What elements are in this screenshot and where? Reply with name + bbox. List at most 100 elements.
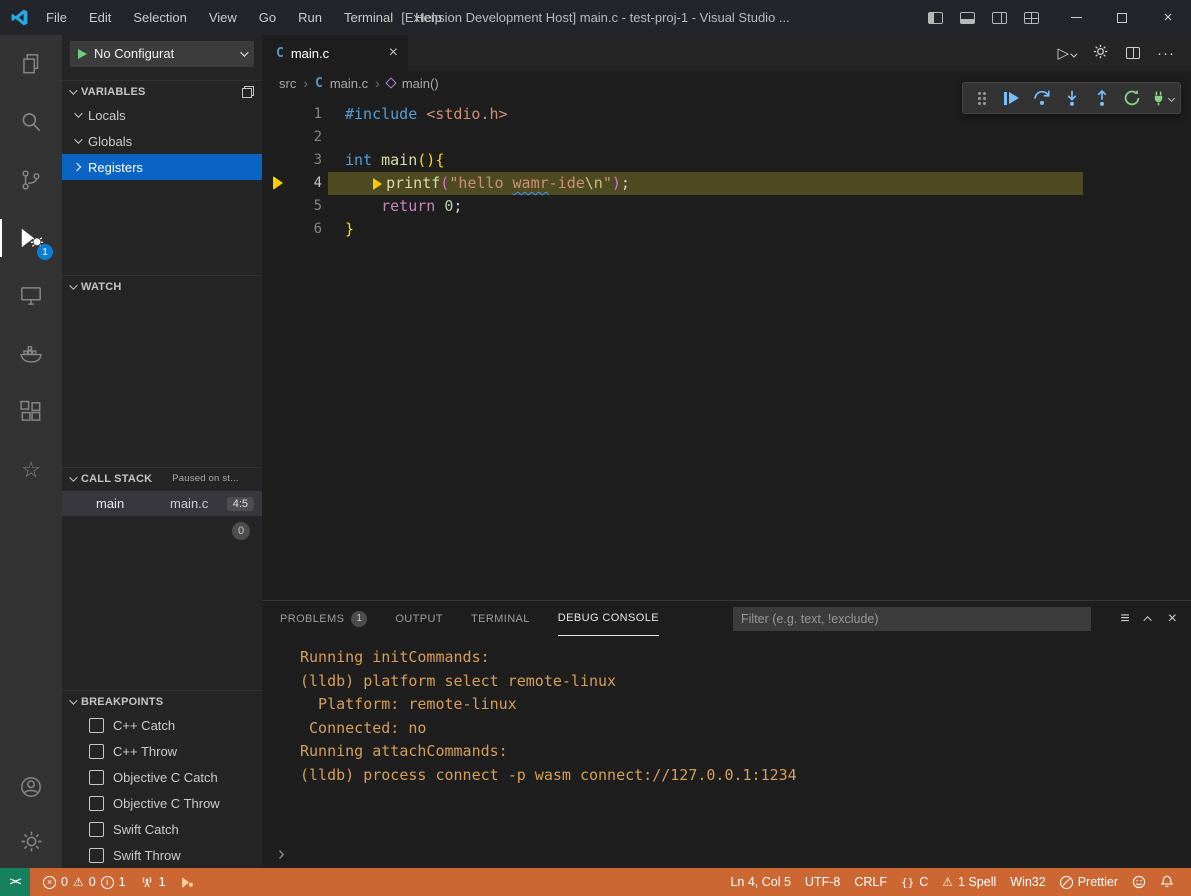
tab-terminal[interactable]: TERMINAL [471,601,530,636]
breakpoint-gutter[interactable] [262,218,292,241]
remote-indicator[interactable]: >< [0,868,30,896]
eol-indicator[interactable]: CRLF [847,871,894,893]
start-debug-icon[interactable] [78,49,87,59]
ports-status[interactable]: 1 [133,871,173,893]
breakpoint-gutter[interactable] [262,195,292,218]
search-icon[interactable] [0,93,62,151]
breadcrumb-folder[interactable]: src [279,76,296,91]
menu-item-file[interactable]: File [35,0,78,35]
breakpoint-gutter[interactable] [262,103,292,126]
tab-problems[interactable]: PROBLEMS 1 [280,601,367,636]
console-filter-input[interactable] [733,607,1091,631]
tab-output[interactable]: OUTPUT [395,601,443,636]
breakpoint-gutter[interactable] [262,172,292,195]
checkbox[interactable] [89,718,104,733]
menu-item-view[interactable]: View [198,0,248,35]
code-line[interactable]: 2 [262,126,1191,149]
breakpoint-item[interactable]: C++ Throw [62,738,262,764]
menu-item-go[interactable]: Go [248,0,287,35]
explorer-icon[interactable] [0,35,62,93]
launch-config-dropdown[interactable]: No Configurat [70,41,254,67]
account-icon[interactable] [0,760,62,814]
close-button[interactable]: × [1145,0,1191,35]
debug-status[interactable] [173,871,202,893]
maximize-button[interactable] [1099,0,1145,35]
tab-debug-console[interactable]: DEBUG CONSOLE [558,601,659,636]
checkbox[interactable] [89,848,104,863]
more-actions-icon[interactable]: ··· [1157,45,1175,62]
breakpoint-item[interactable]: Swift Throw [62,842,262,868]
menu-item-edit[interactable]: Edit [78,0,122,35]
problems-status[interactable]: × 0 ⚠ 0 i 1 [36,871,133,893]
collapse-all-icon[interactable] [242,86,254,98]
remote-explorer-icon[interactable] [0,267,62,325]
line-content: printf("hello wamr-ide\n"); [322,172,630,195]
toolbar-drag-handle[interactable] [968,85,995,112]
notifications-status[interactable] [1153,871,1181,893]
source-control-icon[interactable] [0,151,62,209]
chevron-down-icon [69,281,77,289]
breadcrumb-file[interactable]: main.c [330,76,368,91]
tree-item-registers[interactable]: Registers [62,154,262,180]
breakpoints-header[interactable]: BREAKPOINTS [62,690,262,712]
breakpoint-item[interactable]: Swift Catch [62,816,262,842]
breakpoint-item[interactable]: Objective C Throw [62,790,262,816]
menu-item-run[interactable]: Run [287,0,333,35]
breakpoint-item[interactable]: Objective C Catch [62,764,262,790]
code-line[interactable]: 6} [262,218,1191,241]
language-indicator[interactable]: {} C [894,871,935,893]
customize-layout-icon[interactable] [1024,12,1039,24]
close-tab-icon[interactable]: × [389,45,398,61]
tree-item-locals[interactable]: Locals [62,102,262,128]
checkbox[interactable] [89,770,104,785]
variables-header[interactable]: VARIABLES [62,80,262,102]
code-line[interactable]: 4 printf("hello wamr-ide\n"); [262,172,1191,195]
step-over-button[interactable] [1028,85,1055,112]
star-icon[interactable]: ☆ [0,441,62,499]
activity-bar-bottom [0,760,62,868]
stack-frame-row[interactable]: main main.c 4:5 [62,491,262,516]
docker-icon[interactable] [0,325,62,383]
disconnect-button[interactable] [1148,85,1175,112]
breadcrumb-symbol[interactable]: main() [402,76,439,91]
step-into-button[interactable] [1058,85,1085,112]
toggle-secondary-sidebar-icon[interactable] [992,12,1007,24]
platform-indicator[interactable]: Win32 [1003,871,1052,893]
extensions-icon[interactable] [0,383,62,441]
toggle-sidebar-icon[interactable] [928,12,943,24]
menu-item-selection[interactable]: Selection [122,0,197,35]
close-panel-icon[interactable]: × [1168,611,1177,627]
output-actions-icon[interactable]: ≡ [1120,611,1129,627]
settings-gear-icon[interactable] [1092,43,1109,63]
feedback-status[interactable] [1125,871,1153,893]
cursor-position[interactable]: Ln 4, Col 5 [723,871,797,893]
step-out-button[interactable] [1088,85,1115,112]
breakpoint-gutter[interactable] [262,149,292,172]
tab-main-c[interactable]: C main.c × [262,35,408,71]
console-input-chevron-icon[interactable]: › [278,844,285,864]
call-stack-header[interactable]: CALL STACK Paused on st... [62,467,262,489]
watch-header[interactable]: WATCH [62,275,262,297]
checkbox[interactable] [89,744,104,759]
tree-item-globals[interactable]: Globals [62,128,262,154]
checkbox[interactable] [89,822,104,837]
split-editor-icon[interactable] [1126,47,1140,59]
chevron-down-icon [69,86,77,94]
toggle-panel-icon[interactable] [960,12,975,24]
checkbox[interactable] [89,796,104,811]
breakpoint-gutter[interactable] [262,126,292,149]
settings-gear-icon[interactable] [0,814,62,868]
minimize-button[interactable] [1053,0,1099,35]
breakpoint-item[interactable]: C++ Catch [62,712,262,738]
code-line[interactable]: 3int main(){ [262,149,1191,172]
menu-item-terminal[interactable]: Terminal [333,0,404,35]
maximize-panel-icon[interactable] [1143,616,1151,624]
restart-button[interactable] [1118,85,1145,112]
run-or-debug-button[interactable]: ▷ [1057,44,1075,62]
run-and-debug-icon[interactable]: 1 [0,209,62,267]
continue-button[interactable] [998,85,1025,112]
encoding-indicator[interactable]: UTF-8 [798,871,847,893]
code-line[interactable]: 5 return 0; [262,195,1191,218]
formatter-status[interactable]: Prettier [1053,871,1125,893]
spell-checker-status[interactable]: ⚠ 1 Spell [935,871,1003,893]
